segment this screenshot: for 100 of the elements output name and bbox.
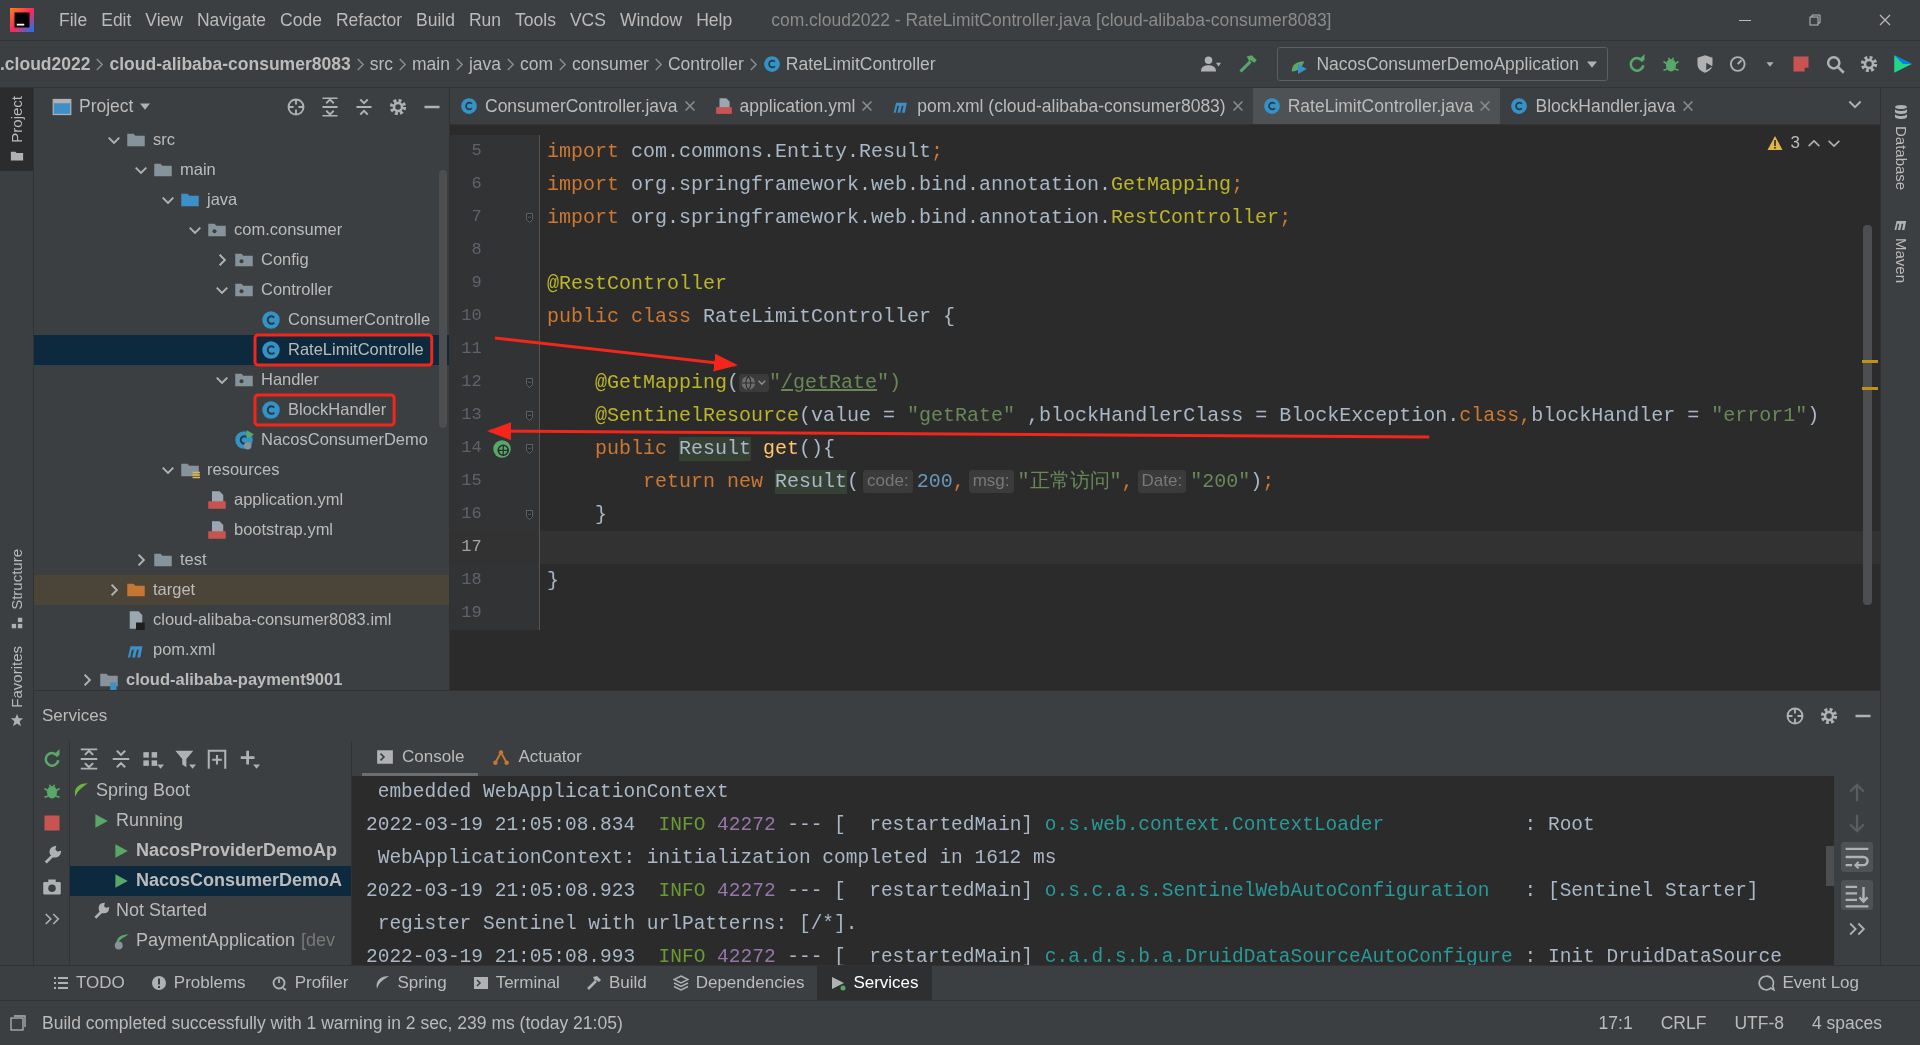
soft-wrap-icon[interactable] bbox=[1841, 842, 1873, 872]
tree-item[interactable]: src bbox=[34, 125, 449, 155]
tree-item[interactable]: test bbox=[34, 545, 449, 575]
shield-icon[interactable] bbox=[1695, 54, 1715, 74]
hammer-icon[interactable] bbox=[1238, 54, 1259, 74]
scrollbar-thumb[interactable] bbox=[1826, 846, 1834, 886]
tree-item[interactable]: bootstrap.yml bbox=[34, 515, 449, 545]
close-icon[interactable] bbox=[1232, 101, 1243, 111]
tree-item[interactable]: Config bbox=[34, 245, 449, 275]
search-icon[interactable] bbox=[1825, 54, 1845, 74]
tree-item[interactable]: target bbox=[34, 575, 449, 605]
collapse-all-icon[interactable] bbox=[354, 96, 374, 117]
scrollbar-thumb[interactable] bbox=[1863, 225, 1872, 605]
service-item[interactable]: NacosProviderDemoAp bbox=[70, 836, 351, 866]
chevron-icon[interactable] bbox=[189, 226, 201, 234]
chevron-up-icon[interactable] bbox=[1808, 139, 1820, 147]
chevron-icon[interactable] bbox=[162, 466, 174, 474]
chevron-icon[interactable] bbox=[110, 584, 118, 596]
tool-window-tab[interactable]: Favorites bbox=[0, 637, 33, 736]
tool-window-tab[interactable]: Project bbox=[0, 88, 33, 171]
menu-item[interactable]: Tools bbox=[508, 9, 563, 31]
expand-all-icon[interactable] bbox=[78, 747, 100, 770]
editor-tab[interactable]: ConsumerController.java bbox=[450, 88, 705, 124]
service-item[interactable]: Running bbox=[70, 806, 351, 836]
menu-item[interactable]: Help bbox=[689, 9, 740, 31]
breadcrumb[interactable]: src bbox=[369, 53, 393, 75]
editor-tab[interactable]: application.yml bbox=[704, 88, 883, 124]
cursor-position[interactable]: 17:1 bbox=[1584, 1012, 1647, 1034]
breadcrumb[interactable]: consumer bbox=[572, 53, 649, 75]
service-item[interactable]: Spring Boot bbox=[70, 776, 351, 806]
chevron-down-icon[interactable] bbox=[1828, 139, 1840, 147]
menu-item[interactable]: Refactor bbox=[328, 9, 410, 31]
event-log-tab[interactable]: Event Log bbox=[1744, 966, 1872, 1000]
collapse-all-icon[interactable] bbox=[110, 747, 132, 770]
menu-item[interactable]: Run bbox=[461, 9, 509, 31]
tree-item[interactable]: pom.xml bbox=[34, 635, 449, 665]
warning-count[interactable]: 3 bbox=[1790, 133, 1800, 154]
tool-window-tab[interactable]: Terminal bbox=[459, 966, 573, 1000]
tree-item[interactable]: Handler bbox=[34, 365, 449, 395]
console-tab[interactable]: Actuator bbox=[478, 741, 596, 776]
chevron-icon[interactable] bbox=[216, 286, 228, 294]
tree-item[interactable]: application.yml bbox=[34, 485, 449, 515]
camera-icon[interactable] bbox=[41, 877, 62, 897]
breadcrumb[interactable]: .cloud2022 bbox=[0, 53, 91, 75]
tool-window-tab[interactable]: Profiler bbox=[258, 966, 362, 1000]
breadcrumb[interactable]: main bbox=[412, 53, 450, 75]
chevron-icon[interactable] bbox=[83, 674, 91, 686]
tree-item[interactable]: BlockHandler bbox=[34, 395, 449, 425]
menu-item[interactable]: Edit bbox=[94, 9, 139, 31]
service-item[interactable]: NacosConsumerDemoA bbox=[70, 866, 351, 896]
tree-item[interactable]: Controller bbox=[34, 275, 449, 305]
file-encoding[interactable]: UTF-8 bbox=[1720, 1012, 1798, 1034]
menu-item[interactable]: Build bbox=[409, 9, 462, 31]
tool-window-tab[interactable]: Database bbox=[1891, 96, 1910, 199]
scroll-to-end-icon[interactable] bbox=[1841, 880, 1873, 910]
menu-item[interactable]: Code bbox=[273, 9, 329, 31]
expand-all-icon[interactable] bbox=[320, 96, 340, 117]
warning-icon[interactable] bbox=[1766, 135, 1783, 152]
tree-item[interactable]: resources bbox=[34, 455, 449, 485]
add-service-icon[interactable] bbox=[206, 747, 228, 770]
chevron-icon[interactable] bbox=[108, 136, 120, 144]
menu-item[interactable]: File bbox=[52, 9, 95, 31]
editor-tab[interactable]: RateLimitController.java bbox=[1252, 88, 1501, 124]
menu-item[interactable]: Window bbox=[612, 9, 690, 31]
scrollbar-thumb[interactable] bbox=[439, 170, 447, 428]
rerun-icon[interactable] bbox=[1627, 54, 1647, 74]
tree-item[interactable]: RateLimitControlle bbox=[34, 335, 449, 365]
menu-item[interactable]: VCS bbox=[562, 9, 613, 31]
tool-window-tab[interactable]: Structure bbox=[0, 540, 33, 638]
tool-window-tab[interactable]: Spring bbox=[361, 966, 460, 1000]
close-icon[interactable] bbox=[862, 101, 873, 111]
close-icon[interactable] bbox=[1682, 101, 1693, 111]
close-icon[interactable] bbox=[684, 101, 695, 111]
settings-icon[interactable] bbox=[1859, 54, 1879, 74]
close-icon[interactable] bbox=[1877, 12, 1893, 28]
editor-tab[interactable]: BlockHandler.java bbox=[1500, 88, 1703, 124]
breadcrumb[interactable]: Controller bbox=[667, 53, 744, 75]
chevron-icon[interactable] bbox=[137, 554, 145, 566]
chevron-icon[interactable] bbox=[218, 254, 226, 266]
tree-item[interactable]: cloud-alibaba-consumer8083.iml bbox=[34, 605, 449, 635]
service-item[interactable]: Not Started bbox=[70, 896, 351, 926]
tree-item[interactable]: NacosConsumerDemo bbox=[34, 425, 449, 455]
restore-icon[interactable] bbox=[1807, 12, 1823, 28]
run-configuration-dropdown[interactable]: NacosConsumerDemoApplication bbox=[1277, 47, 1608, 81]
tool-window-tab[interactable]: Services bbox=[817, 966, 932, 1000]
web-run-icon[interactable] bbox=[492, 438, 513, 459]
tree-item[interactable]: main bbox=[34, 155, 449, 185]
breadcrumb[interactable]: cloud-alibaba-consumer8083 bbox=[109, 53, 351, 75]
stop-icon[interactable] bbox=[1791, 54, 1811, 74]
menu-item[interactable]: Navigate bbox=[190, 9, 274, 31]
settings-icon[interactable] bbox=[1819, 706, 1839, 726]
project-view-dropdown[interactable]: Project bbox=[42, 96, 161, 117]
chevron-icon[interactable] bbox=[216, 376, 228, 384]
tool-window-tab[interactable]: Problems bbox=[137, 966, 259, 1000]
tree-item[interactable]: java bbox=[34, 185, 449, 215]
tree-item[interactable]: cloud-alibaba-payment9001 bbox=[34, 665, 449, 690]
chevron-icon[interactable] bbox=[162, 196, 174, 204]
service-item[interactable]: PaymentApplication [dev bbox=[70, 926, 351, 956]
locate-icon[interactable] bbox=[1785, 706, 1805, 726]
settings-icon[interactable] bbox=[388, 96, 408, 117]
